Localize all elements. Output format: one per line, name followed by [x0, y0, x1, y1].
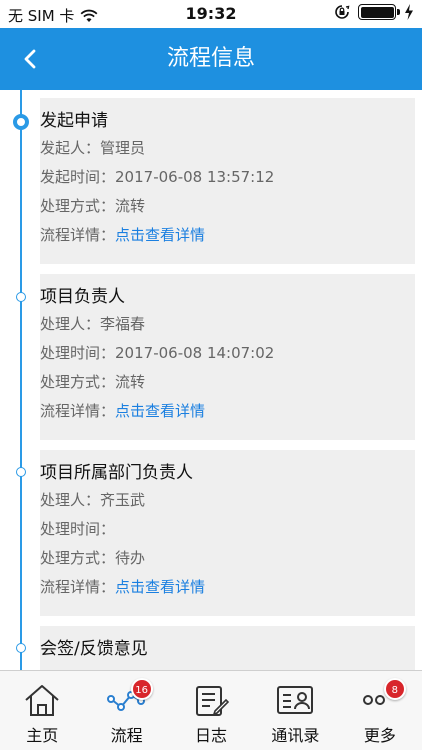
tab-more[interactable]: 8 更多: [338, 671, 422, 750]
step-title: 项目所属部门负责人: [40, 463, 193, 483]
timeline-node: [16, 292, 26, 302]
step-row-handler: 处理人：齐玉武: [40, 486, 415, 515]
step-card-initiate: 发起申请 发起人：管理员 发起时间：2017-06-08 13:57:12 处理…: [40, 98, 415, 264]
field-label: 处理方式：: [40, 373, 116, 391]
step-card-project-lead: 项目负责人 处理人：李福春 处理时间：2017-06-08 14:07:02 处…: [40, 274, 415, 440]
field-label: 发起时间：: [40, 168, 116, 186]
step-card-countersign: 会签/反馈意见: [40, 626, 415, 670]
workflow-icon: 16: [106, 678, 153, 718]
home-icon: [22, 682, 62, 718]
field-label: 处理人：: [40, 315, 101, 333]
step-title: 发起申请: [40, 111, 108, 131]
tab-label: 更多: [363, 726, 396, 745]
step-row-time: 发起时间：2017-06-08 13:57:12: [40, 163, 415, 192]
tab-label: 日志: [195, 726, 228, 745]
view-details-link[interactable]: 点击查看详情: [115, 578, 205, 596]
step-title: 项目负责人: [40, 287, 125, 307]
field-value: 管理员: [100, 139, 146, 157]
timeline-node: [16, 467, 26, 477]
log-icon: [191, 682, 231, 718]
field-value: 2017-06-08 13:57:12: [115, 168, 275, 186]
rotation-lock-icon: [335, 5, 350, 19]
step-row-time: 处理时间：: [40, 515, 415, 544]
field-label: 处理时间：: [40, 344, 116, 362]
timeline-node: [16, 643, 26, 653]
step-row-time: 处理时间：2017-06-08 14:07:02: [40, 339, 415, 368]
field-value: 流转: [115, 197, 146, 215]
field-value: 齐玉武: [100, 491, 146, 509]
step-card-department-head: 项目所属部门负责人 处理人：齐玉武 处理时间： 处理方式：待办 流程详情：点击查…: [40, 450, 415, 616]
notification-badge: 8: [383, 678, 406, 700]
field-label: 发起人：: [40, 139, 101, 157]
timeline-line: [20, 90, 22, 670]
tab-label: 流程: [110, 726, 143, 745]
step-row-method: 处理方式：流转: [40, 192, 415, 221]
tab-contacts[interactable]: 通讯录: [253, 671, 337, 750]
notification-badge: 16: [130, 678, 153, 700]
status-bar: 无 SIM 卡 19:32: [0, 0, 422, 28]
field-value: 2017-06-08 14:07:02: [115, 344, 275, 362]
view-details-link[interactable]: 点击查看详情: [115, 226, 205, 244]
workflow-timeline[interactable]: 发起申请 发起人：管理员 发起时间：2017-06-08 13:57:12 处理…: [0, 90, 422, 670]
field-value: 流转: [115, 373, 146, 391]
charging-icon: [405, 4, 413, 20]
contacts-icon: [275, 682, 315, 718]
field-label: 流程详情：: [40, 578, 116, 596]
field-value: 待办: [115, 549, 146, 567]
page-title: 流程信息: [166, 46, 255, 71]
timeline-node-current: [13, 114, 29, 130]
field-label: 流程详情：: [40, 402, 116, 420]
step-row-details: 流程详情：点击查看详情: [40, 397, 415, 426]
step-row-method: 处理方式：流转: [40, 368, 415, 397]
step-row-handler: 处理人：李福春: [40, 310, 415, 339]
step-row-initiator: 发起人：管理员: [40, 134, 415, 163]
field-label: 处理时间：: [40, 520, 116, 538]
field-value: 李福春: [100, 315, 146, 333]
step-row-details: 流程详情：点击查看详情: [40, 221, 415, 250]
step-row-method: 处理方式：待办: [40, 544, 415, 573]
more-icon: 8: [360, 678, 406, 718]
field-label: 处理人：: [40, 491, 101, 509]
field-label: 处理方式：: [40, 197, 116, 215]
tab-home[interactable]: 主页: [0, 671, 84, 750]
status-indicators: [334, 4, 414, 20]
field-label: 处理方式：: [40, 549, 116, 567]
step-row-details: 流程详情：点击查看详情: [40, 573, 415, 602]
battery-icon: [358, 4, 400, 20]
navigation-bar: 流程信息: [0, 28, 422, 90]
view-details-link[interactable]: 点击查看详情: [115, 402, 205, 420]
step-title: 会签/反馈意见: [40, 639, 148, 659]
tab-log[interactable]: 日志: [169, 671, 253, 750]
tab-label: 主页: [26, 726, 59, 745]
tab-workflow[interactable]: 16 流程: [84, 671, 168, 750]
tab-bar: 主页 16 流程 日志 通讯录 8 更多: [0, 670, 422, 750]
tab-label: 通讯录: [271, 726, 320, 745]
field-label: 流程详情：: [40, 226, 116, 244]
